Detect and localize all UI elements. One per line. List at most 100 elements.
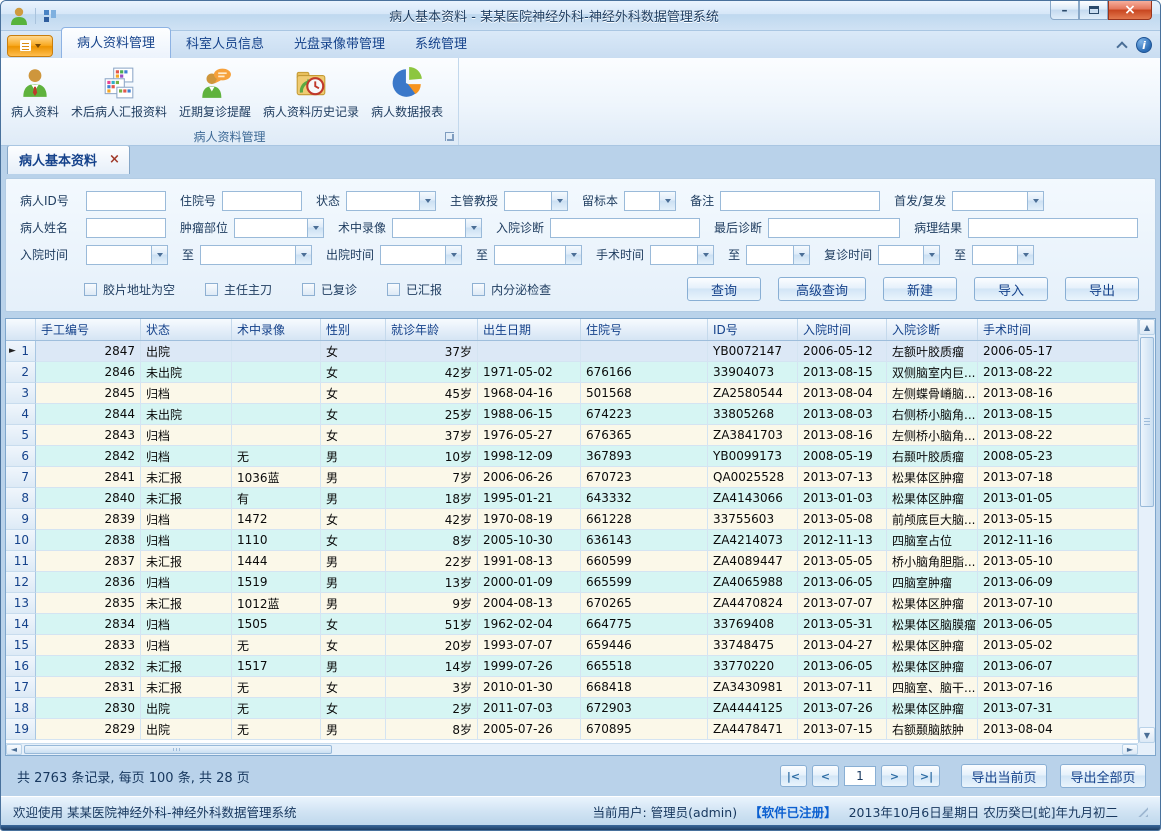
- discharge-date-from-dropdown[interactable]: [380, 245, 462, 265]
- ribbon-tab-system-management[interactable]: 系统管理: [400, 28, 482, 58]
- pathology-result-input[interactable]: [968, 218, 1138, 238]
- table-row[interactable]: 62842归档无男10岁1998-12-09367893YB0099173200…: [6, 446, 1138, 467]
- table-row[interactable]: 172831未汇报无女3岁2010-01-30668418ZA343098120…: [6, 677, 1138, 698]
- checkbox-endocrine-exam[interactable]: 内分泌检查: [472, 281, 551, 298]
- vertical-scroll-thumb[interactable]: [1140, 337, 1154, 507]
- chief-professor-dropdown[interactable]: [504, 191, 568, 211]
- row-header[interactable]: 6: [6, 446, 36, 467]
- row-header[interactable]: ►1: [6, 341, 36, 362]
- row-header[interactable]: 19: [6, 719, 36, 740]
- tab-patient-basic-data[interactable]: 病人基本资料 ×: [7, 146, 130, 174]
- column-header-4[interactable]: 性别: [321, 319, 386, 340]
- dialog-launcher-icon[interactable]: [445, 132, 454, 141]
- checkbox-reported[interactable]: 已汇报: [387, 281, 442, 298]
- chevron-down-icon[interactable]: [565, 246, 581, 264]
- scroll-down-icon[interactable]: ▼: [1139, 727, 1155, 743]
- row-header[interactable]: 12: [6, 572, 36, 593]
- new-button[interactable]: 新建: [883, 277, 957, 301]
- table-row[interactable]: 122836归档1519男13岁2000-01-09665599ZA406598…: [6, 572, 1138, 593]
- chevron-down-icon[interactable]: [659, 192, 675, 210]
- table-row[interactable]: 162832未汇报1517男14岁1999-07-266655183377022…: [6, 656, 1138, 677]
- close-tab-icon[interactable]: ×: [109, 152, 120, 167]
- row-header[interactable]: 15: [6, 635, 36, 656]
- close-button[interactable]: ×: [1108, 1, 1152, 20]
- first-or-relapse-dropdown[interactable]: [952, 191, 1044, 211]
- app-menu-button[interactable]: [7, 35, 53, 57]
- ribbon-tab-patient-data-management[interactable]: 病人资料管理: [61, 27, 171, 58]
- table-row[interactable]: 102838归档1110女8岁2005-10-30636143ZA4214073…: [6, 530, 1138, 551]
- column-header-7[interactable]: 住院号: [581, 319, 708, 340]
- first-page-button[interactable]: |<: [780, 765, 807, 787]
- info-icon[interactable]: i: [1136, 37, 1152, 53]
- horizontal-scroll-thumb[interactable]: [24, 745, 332, 754]
- chevron-down-icon[interactable]: [793, 246, 809, 264]
- ribbon-tab-disc-video-management[interactable]: 光盘录像带管理: [279, 28, 400, 58]
- row-header[interactable]: 13: [6, 593, 36, 614]
- table-row[interactable]: 142834归档1505女51岁1962-02-0466477533769408…: [6, 614, 1138, 635]
- last-page-button[interactable]: >|: [913, 765, 940, 787]
- checkbox-box-icon[interactable]: [387, 283, 400, 296]
- surgery-date-to-dropdown[interactable]: [746, 245, 810, 265]
- registered-link[interactable]: 【软件已注册】: [749, 802, 837, 821]
- row-header[interactable]: 17: [6, 677, 36, 698]
- final-diagnosis-input[interactable]: [768, 218, 900, 238]
- table-row[interactable]: 22846未出院女42岁1971-05-02676166339040732013…: [6, 362, 1138, 383]
- row-header[interactable]: 7: [6, 467, 36, 488]
- checkbox-film-address-empty[interactable]: 胶片地址为空: [84, 281, 175, 298]
- vertical-scrollbar[interactable]: ▲ ▼: [1138, 319, 1155, 743]
- table-row[interactable]: 132835未汇报1012蓝男9岁2004-08-13670265ZA44708…: [6, 593, 1138, 614]
- surgery-date-from-dropdown[interactable]: [650, 245, 714, 265]
- admission-date-from-dropdown[interactable]: [86, 245, 168, 265]
- prev-page-button[interactable]: <: [812, 765, 839, 787]
- ribbon-button-patient-data-reports[interactable]: 病人数据报表: [365, 63, 449, 123]
- minimize-button[interactable]: –: [1050, 1, 1079, 20]
- checkbox-box-icon[interactable]: [472, 283, 485, 296]
- column-header-1[interactable]: 手工编号: [36, 319, 141, 340]
- import-button[interactable]: 导入: [974, 277, 1048, 301]
- row-header[interactable]: 11: [6, 551, 36, 572]
- column-header-9[interactable]: 入院时间: [798, 319, 887, 340]
- patient-name-input[interactable]: [86, 218, 166, 238]
- chevron-down-icon[interactable]: [295, 246, 311, 264]
- table-row[interactable]: 52843归档女37岁1976-05-27676365ZA38417032013…: [6, 425, 1138, 446]
- scroll-up-icon[interactable]: ▲: [1139, 319, 1155, 335]
- scroll-right-icon[interactable]: ►: [1122, 744, 1138, 755]
- column-header-8[interactable]: ID号: [708, 319, 798, 340]
- checkbox-box-icon[interactable]: [302, 283, 315, 296]
- row-header[interactable]: 14: [6, 614, 36, 635]
- chevron-down-icon[interactable]: [551, 192, 567, 210]
- column-header-3[interactable]: 术中录像: [232, 319, 321, 340]
- revisit-date-from-dropdown[interactable]: [878, 245, 940, 265]
- ribbon-button-post-op-report-data[interactable]: 术后病人汇报资料: [65, 63, 173, 123]
- table-row[interactable]: ►12847出院女37岁YB00721472006-05-12左额叶胶质瘤200…: [6, 341, 1138, 362]
- row-header[interactable]: 16: [6, 656, 36, 677]
- column-header-6[interactable]: 出生日期: [478, 319, 581, 340]
- column-header-11[interactable]: 手术时间: [978, 319, 1138, 340]
- remarks-input[interactable]: [720, 191, 880, 211]
- revisit-date-to-dropdown[interactable]: [972, 245, 1034, 265]
- ribbon-tab-department-staff-info[interactable]: 科室人员信息: [171, 28, 279, 58]
- chevron-down-icon[interactable]: [419, 192, 435, 210]
- table-row[interactable]: 112837未汇报1444男22岁1991-08-13660599ZA40894…: [6, 551, 1138, 572]
- ribbon-button-patient-data[interactable]: 病人资料: [5, 63, 65, 123]
- row-header[interactable]: 4: [6, 404, 36, 425]
- admission-date-to-dropdown[interactable]: [200, 245, 312, 265]
- row-header[interactable]: 3: [6, 383, 36, 404]
- discharge-date-to-dropdown[interactable]: [494, 245, 582, 265]
- export-button[interactable]: 导出: [1065, 277, 1139, 301]
- maximize-button[interactable]: [1079, 1, 1108, 20]
- checkbox-revisited[interactable]: 已复诊: [302, 281, 357, 298]
- resize-grip[interactable]: [1136, 805, 1148, 817]
- admission-diagnosis-input[interactable]: [550, 218, 700, 238]
- advanced-query-button[interactable]: 高级查询: [778, 277, 866, 301]
- chevron-down-icon[interactable]: [465, 219, 481, 237]
- chevron-down-icon[interactable]: [923, 246, 939, 264]
- table-row[interactable]: 192829出院无男8岁2005-07-26670895ZA4478471201…: [6, 719, 1138, 740]
- ribbon-button-revisit-reminder[interactable]: 近期复诊提醒: [173, 63, 257, 123]
- row-header[interactable]: 9: [6, 509, 36, 530]
- column-header-2[interactable]: 状态: [141, 319, 232, 340]
- row-header[interactable]: 10: [6, 530, 36, 551]
- ribbon-button-patient-history-records[interactable]: 病人资料历史记录: [257, 63, 365, 123]
- table-row[interactable]: 42844未出院女25岁1988-06-15674223338052682013…: [6, 404, 1138, 425]
- row-header[interactable]: 5: [6, 425, 36, 446]
